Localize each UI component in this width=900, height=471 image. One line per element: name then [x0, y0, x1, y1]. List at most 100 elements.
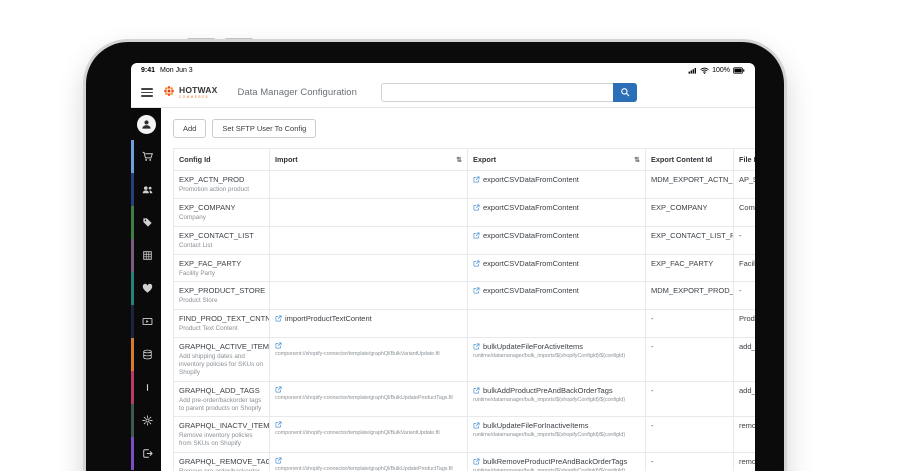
external-link-icon[interactable] — [275, 457, 282, 464]
table-row: EXP_COMPANY Company exportCSVDataFromCon… — [174, 198, 756, 226]
battery-percent: 100% — [712, 67, 730, 74]
sidebar-item-tags[interactable] — [131, 206, 161, 239]
sidebar-item-heart[interactable] — [131, 272, 161, 305]
export-content-id: MDM_EXPORT_PROD_STR — [646, 282, 734, 310]
user-avatar[interactable] — [137, 115, 156, 134]
external-link-icon[interactable] — [473, 387, 480, 394]
battery-icon — [733, 67, 745, 74]
external-link-icon[interactable] — [473, 458, 480, 465]
file-path: component://shopify-connector/template/g… — [275, 466, 462, 471]
table-row: GRAPHQL_REMOVE_TAGS Remove pre-order/bac… — [174, 453, 756, 471]
service-link[interactable]: exportCSVDataFromContent — [483, 231, 579, 240]
sidebar-item-bar[interactable] — [131, 371, 161, 404]
external-link-icon[interactable] — [275, 421, 282, 428]
cart-icon — [142, 151, 153, 162]
service-link[interactable]: exportCSVDataFromContent — [483, 203, 579, 212]
hotwax-flower-icon — [163, 84, 175, 102]
external-link-icon[interactable] — [275, 315, 282, 322]
sidebar-item-gear[interactable] — [131, 404, 161, 437]
clock-time: 9:41 — [141, 67, 155, 74]
export-cell: exportCSVDataFromContent — [468, 254, 646, 282]
service-link[interactable]: exportCSVDataFromContent — [483, 286, 579, 295]
add-button[interactable]: Add — [173, 119, 206, 138]
sidebar-item-card[interactable] — [131, 305, 161, 338]
service-link[interactable]: bulkUpdateFileForActiveItems — [483, 342, 583, 351]
service-link[interactable]: bulkRemoveProductPreAndBackOrderTags — [483, 457, 627, 466]
import-cell: component://shopify-connector/template/g… — [270, 453, 468, 471]
sidebar-item-users[interactable] — [131, 173, 161, 206]
config-id: EXP_ACTN_PROD — [179, 175, 264, 184]
external-link-icon[interactable] — [275, 342, 282, 349]
tablet-bezel: 9:41 Mon Jun 3 100% HOTWAX COMMERC — [86, 42, 784, 471]
sort-icon[interactable]: ⇅ — [456, 156, 462, 164]
config-description: Add pre-order/backorder tags to parent p… — [179, 397, 264, 413]
export-content-id: - — [646, 417, 734, 453]
config-description: Remove inventory policies from SKUs on S… — [179, 432, 264, 448]
column-header-file-name: File Name — [734, 149, 756, 171]
tablet-screen: 9:41 Mon Jun 3 100% HOTWAX COMMERC — [131, 63, 755, 471]
config-description: Contact List — [179, 242, 264, 250]
service-link[interactable]: exportCSVDataFromContent — [483, 259, 579, 268]
config-id: EXP_CONTACT_LIST — [179, 231, 264, 240]
export-cell: bulkUpdateFileForInactiveItemsruntime/da… — [468, 417, 646, 453]
export-content-id: MDM_EXPORT_ACTN_PRD — [646, 171, 734, 199]
external-link-icon[interactable] — [473, 260, 480, 267]
logout-icon — [142, 448, 153, 459]
sidebar-item-database[interactable] — [131, 338, 161, 371]
import-cell — [270, 198, 468, 226]
external-link-icon[interactable] — [473, 204, 480, 211]
brand-name: HOTWAX — [179, 86, 218, 95]
external-link-icon[interactable] — [473, 287, 480, 294]
gear-icon — [142, 415, 153, 426]
export-content-id: - — [646, 381, 734, 417]
export-content-id: EXP_CONTACT_LIST_RSP — [646, 226, 734, 254]
file-name: add_sho — [734, 338, 756, 382]
hotwax-logo[interactable]: HOTWAX COMMERCE — [163, 84, 218, 102]
service-link[interactable]: bulkUpdateFileForInactiveItems — [483, 421, 588, 430]
sidebar-item-cart[interactable] — [131, 140, 161, 173]
file-path: component://shopify-connector/template/g… — [275, 395, 462, 401]
file-name: FacilityP — [734, 254, 756, 282]
table-header-row: Config IdImport⇅Export⇅Export Content Id… — [174, 149, 756, 171]
service-link[interactable]: bulkAddProductPreAndBackOrderTags — [483, 386, 613, 395]
tags-icon — [142, 217, 153, 228]
sidebar-item-grid[interactable] — [131, 239, 161, 272]
column-header-export-content-id: Export Content Id — [646, 149, 734, 171]
main-content: Add Set SFTP User To Config Config IdImp… — [161, 108, 755, 471]
external-link-icon[interactable] — [473, 343, 480, 350]
config-id: FIND_PROD_TEXT_CNTNT — [179, 314, 264, 323]
external-link-icon[interactable] — [275, 386, 282, 393]
file-path: runtime/datamanager/bulk_imports/${shopi… — [473, 353, 640, 359]
set-sftp-user-button[interactable]: Set SFTP User To Config — [212, 119, 316, 138]
config-id: EXP_FAC_PARTY — [179, 259, 264, 268]
export-content-id: - — [646, 338, 734, 382]
external-link-icon[interactable] — [473, 176, 480, 183]
search-input[interactable] — [381, 83, 613, 102]
toolbar: Add Set SFTP User To Config — [173, 119, 755, 138]
cellular-signal-icon — [688, 67, 697, 74]
bar-icon — [142, 382, 153, 393]
external-link-icon[interactable] — [473, 422, 480, 429]
import-cell — [270, 171, 468, 199]
sidebar-item-logout[interactable] — [131, 437, 161, 470]
config-description: Product Store — [179, 297, 264, 305]
column-header-import[interactable]: Import⇅ — [270, 149, 468, 171]
column-header-export[interactable]: Export⇅ — [468, 149, 646, 171]
config-description: Product Text Content — [179, 325, 264, 333]
search-button[interactable] — [613, 83, 637, 102]
table-row: GRAPHQL_INACTV_ITEMS Remove inventory po… — [174, 417, 756, 453]
hamburger-menu-icon[interactable] — [141, 88, 153, 97]
sort-icon[interactable]: ⇅ — [634, 156, 640, 164]
export-cell: bulkAddProductPreAndBackOrderTagsruntime… — [468, 381, 646, 417]
import-cell: component://shopify-connector/template/g… — [270, 381, 468, 417]
config-description: Company — [179, 214, 264, 222]
app-header: HOTWAX COMMERCE Data Manager Configurati… — [131, 78, 755, 108]
service-link[interactable]: exportCSVDataFromContent — [483, 175, 579, 184]
external-link-icon[interactable] — [473, 232, 480, 239]
import-cell: component://shopify-connector/template/g… — [270, 338, 468, 382]
clock-date: Mon Jun 3 — [160, 67, 193, 74]
import-cell — [270, 226, 468, 254]
service-link[interactable]: importProductTextContent — [285, 314, 372, 323]
table-row: GRAPHQL_ADD_TAGS Add pre-order/backorder… — [174, 381, 756, 417]
stage: 9:41 Mon Jun 3 100% HOTWAX COMMERC — [0, 0, 900, 471]
